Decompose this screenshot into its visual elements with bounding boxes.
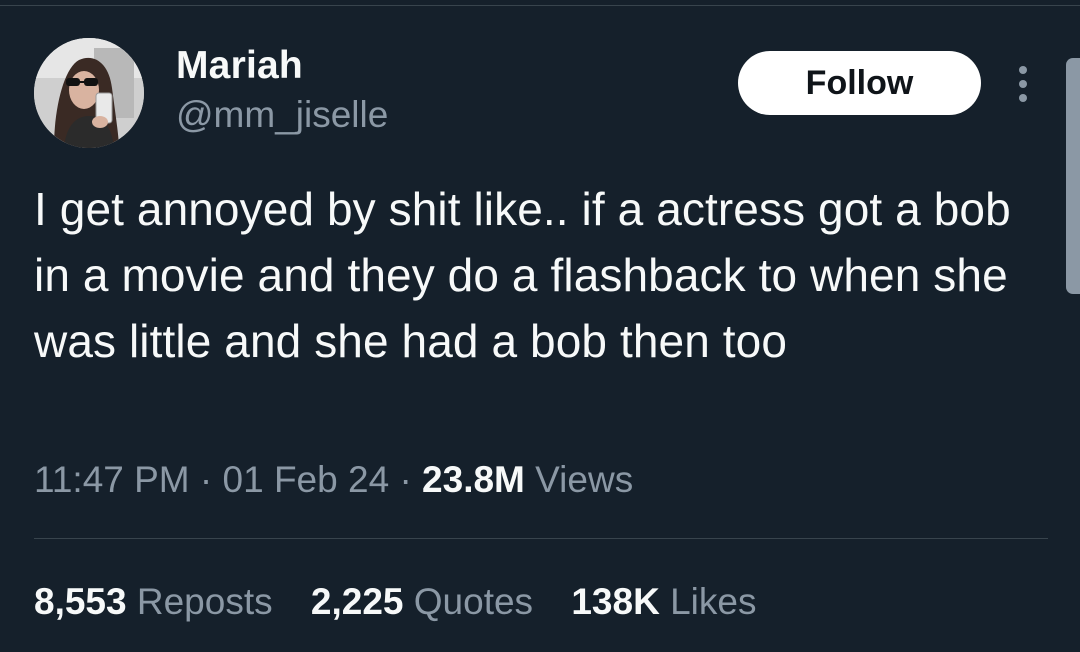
avatar[interactable] (34, 38, 144, 148)
tweet-meta: 11:47 PM · 01 Feb 24 · 23.8M Views (34, 456, 633, 504)
scrollbar[interactable] (1066, 58, 1080, 294)
display-name[interactable]: Mariah (176, 42, 303, 90)
tweet-text: I get annoyed by shit like.. if a actres… (34, 183, 1011, 367)
reposts-count: 8,553 (34, 581, 127, 622)
engagement-stats: 8,553 Reposts 2,225 Quotes 138K Likes (34, 578, 784, 626)
meta-separator: · (199, 459, 213, 500)
quotes-count: 2,225 (310, 581, 404, 622)
reposts-stat[interactable]: 8,553 Reposts (34, 578, 273, 626)
more-vertical-icon[interactable] (1008, 62, 1038, 106)
user-handle[interactable]: @mm_jiselle (176, 92, 388, 138)
quotes-label: Quotes (413, 581, 534, 622)
tweet-page: Mariah @mm_jiselle Follow I get annoyed … (0, 0, 1080, 652)
likes-label: Likes (670, 581, 757, 622)
top-divider (0, 5, 1080, 6)
follow-button[interactable]: Follow (738, 51, 981, 115)
quotes-stat[interactable]: 2,225 Quotes (311, 578, 533, 626)
likes-count: 138K (571, 581, 660, 622)
reposts-label: Reposts (136, 581, 273, 622)
views-label[interactable]: Views (535, 459, 633, 500)
meta-separator: · (399, 459, 412, 500)
tweet-time[interactable]: 11:47 PM (34, 459, 190, 500)
profile-photo-icon (34, 38, 144, 148)
likes-stat[interactable]: 138K Likes (571, 578, 756, 626)
tweet-date[interactable]: 01 Feb 24 (223, 459, 390, 500)
views-count[interactable]: 23.8M (422, 459, 525, 500)
stats-divider (34, 538, 1048, 539)
